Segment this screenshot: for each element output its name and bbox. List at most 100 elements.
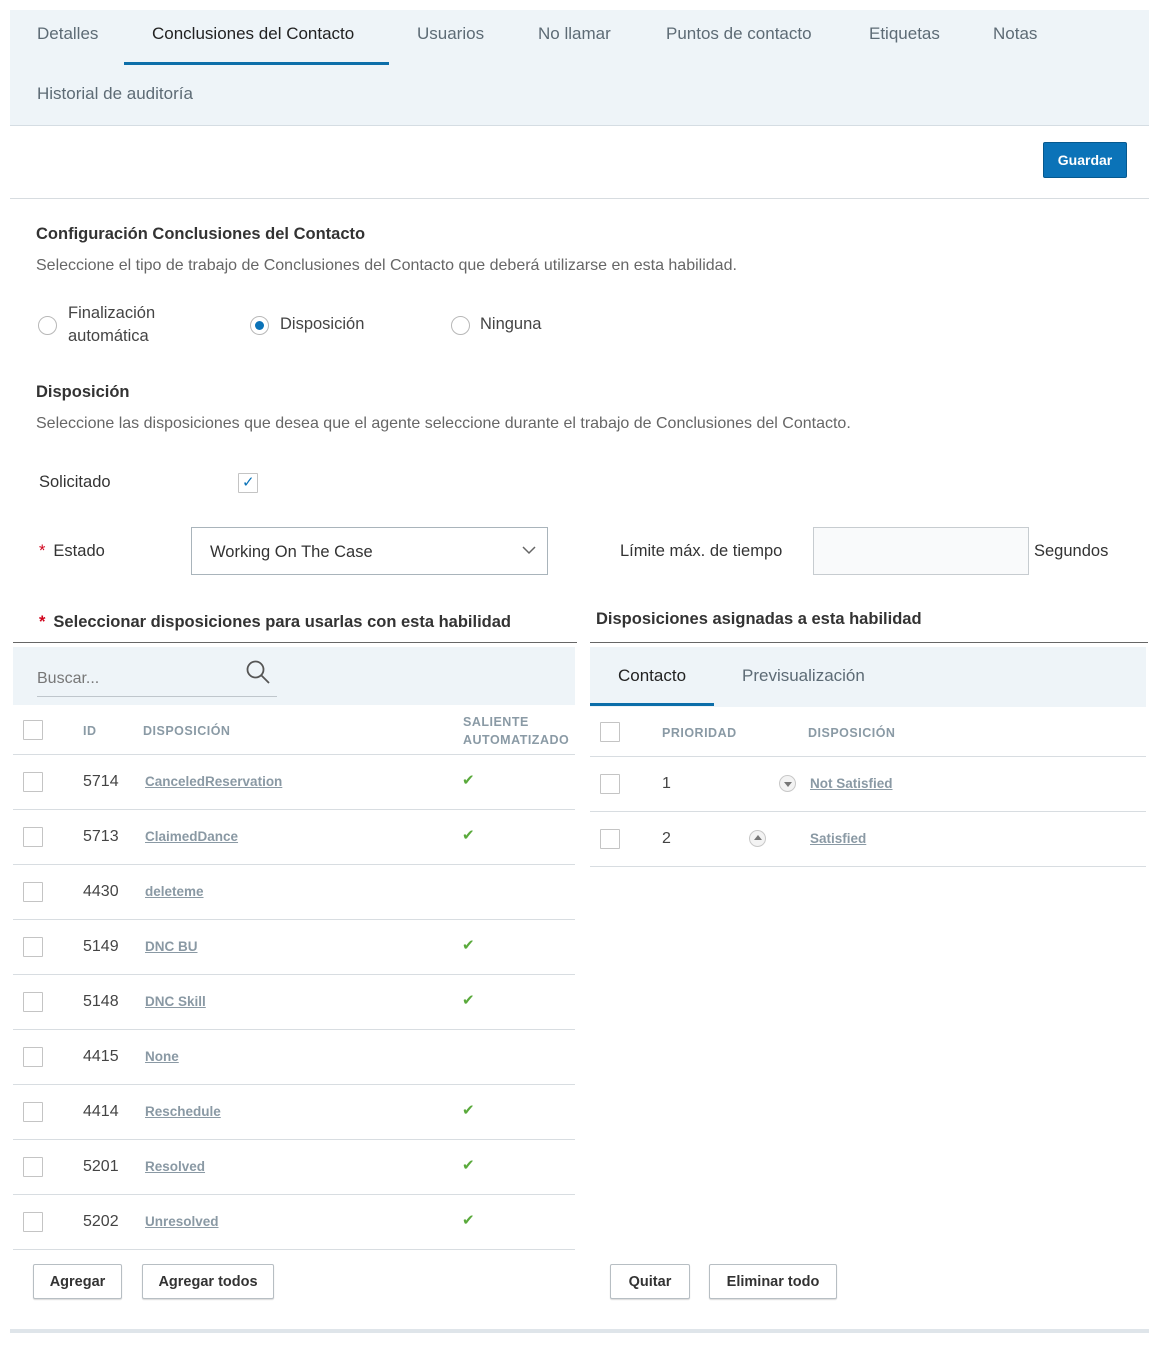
move-up-icon[interactable] — [749, 830, 766, 847]
checkmark-icon: ✔ — [462, 771, 475, 789]
tab-notas[interactable]: Notas — [993, 24, 1037, 44]
disposition-name-link[interactable]: CanceledReservation — [145, 774, 282, 789]
disposition-id: 5148 — [83, 993, 119, 1010]
tab-etiquetas[interactable]: Etiquetas — [869, 24, 940, 44]
column-header-id: ID — [83, 724, 97, 738]
time-limit-label: Límite máx. de tiempo — [620, 542, 783, 560]
row-divider — [13, 754, 575, 755]
disposition-id: 4430 — [83, 883, 119, 900]
column-header-outbound: SALIENTE AUTOMATIZADO — [463, 715, 570, 747]
disposition-section-title: Disposición — [36, 383, 130, 401]
radio-disposition[interactable] — [250, 316, 269, 335]
priority-value: 2 — [662, 830, 671, 847]
checkmark-icon: ✔ — [462, 1156, 475, 1174]
assigned-disposition-link[interactable]: Not Satisfied — [810, 776, 893, 791]
config-section-description: Seleccione el tipo de trabajo de Conclus… — [36, 257, 737, 274]
tab-contacto[interactable]: Contacto — [618, 666, 686, 686]
disposition-name-link[interactable]: ClaimedDance — [145, 829, 238, 844]
state-label: * Estado — [39, 542, 105, 560]
tab-detalles[interactable]: Detalles — [37, 24, 98, 44]
radio-none-label[interactable]: Ninguna — [480, 313, 541, 336]
add-all-button[interactable]: Agregar todos — [142, 1264, 274, 1299]
disposition-id: 5714 — [83, 773, 119, 790]
row-divider — [13, 809, 575, 810]
disposition-id: 5201 — [83, 1158, 119, 1175]
available-dispositions-title: * Seleccionar disposiciones para usarlas … — [39, 613, 512, 631]
row-divider — [590, 866, 1146, 867]
tab-puntos-de-contacto[interactable]: Puntos de contacto — [666, 24, 812, 44]
row-divider — [13, 1139, 575, 1140]
save-button[interactable]: Guardar — [1043, 142, 1127, 178]
move-down-icon[interactable] — [779, 775, 796, 792]
active-tab-indicator — [124, 62, 389, 65]
radio-disposition-label[interactable]: Disposición — [280, 313, 364, 336]
tab-conclusiones-del-contacto[interactable]: Conclusiones del Contacto — [152, 24, 354, 44]
radio-auto-finalization-label[interactable]: Finalización automática — [68, 302, 155, 348]
select-all-assigned-checkbox[interactable] — [600, 722, 620, 742]
panel-divider — [590, 642, 1148, 643]
tab-bar: Detalles Conclusiones del Contacto Usuar… — [10, 10, 1149, 126]
row-checkbox[interactable] — [23, 1157, 43, 1177]
row-divider — [13, 1084, 575, 1085]
row-divider — [13, 919, 575, 920]
radio-none[interactable] — [451, 316, 470, 335]
disposition-id: 5149 — [83, 938, 119, 955]
disposition-name-link[interactable]: DNC BU — [145, 939, 198, 954]
column-header-assigned-disposition: DISPOSICIÓN — [808, 726, 896, 740]
disposition-section-description: Seleccione las disposiciones que desea q… — [36, 415, 851, 432]
disposition-name-link[interactable]: Unresolved — [145, 1214, 219, 1229]
assigned-disposition-link[interactable]: Satisfied — [810, 831, 866, 846]
select-all-available-checkbox[interactable] — [23, 720, 43, 740]
row-checkbox[interactable] — [23, 1212, 43, 1232]
row-checkbox[interactable] — [23, 882, 43, 902]
row-checkbox[interactable] — [23, 992, 43, 1012]
config-section-title: Configuración Conclusiones del Contacto — [36, 225, 366, 243]
assigned-dispositions-title: Disposiciones asignadas a esta habilidad — [596, 610, 922, 628]
column-header-disposition: DISPOSICIÓN — [143, 724, 231, 738]
row-checkbox[interactable] — [23, 1047, 43, 1067]
requested-checkbox[interactable] — [238, 473, 258, 493]
search-icon[interactable] — [245, 659, 271, 685]
add-button[interactable]: Agregar — [33, 1264, 122, 1299]
tab-previsualizacion[interactable]: Previsualización — [742, 666, 865, 686]
disposition-id: 5713 — [83, 828, 119, 845]
row-divider — [590, 756, 1146, 757]
disposition-name-link[interactable]: DNC Skill — [145, 994, 206, 1009]
remove-button[interactable]: Quitar — [610, 1264, 690, 1299]
column-header-priority: PRIORIDAD — [662, 726, 737, 740]
row-checkbox[interactable] — [23, 827, 43, 847]
disposition-name-link[interactable]: Reschedule — [145, 1104, 221, 1119]
checkmark-icon: ✔ — [462, 826, 475, 844]
required-asterisk: * — [39, 613, 46, 631]
row-divider — [13, 1029, 575, 1030]
remove-all-button[interactable]: Eliminar todo — [709, 1264, 837, 1299]
tab-usuarios[interactable]: Usuarios — [417, 24, 484, 44]
tab-historial-de-auditoria[interactable]: Historial de auditoría — [37, 84, 193, 104]
radio-auto-finalization[interactable] — [38, 316, 57, 335]
row-checkbox[interactable] — [23, 1102, 43, 1122]
row-checkbox[interactable] — [23, 772, 43, 792]
disposition-name-link[interactable]: deleteme — [145, 884, 204, 899]
row-divider — [13, 1194, 575, 1195]
disposition-id: 4414 — [83, 1103, 119, 1120]
state-select[interactable]: Working On The Case — [191, 527, 548, 575]
checkmark-icon: ✔ — [462, 1211, 475, 1229]
time-limit-input[interactable] — [813, 527, 1029, 575]
disposition-name-link[interactable]: None — [145, 1049, 179, 1064]
bottom-bar — [10, 1329, 1149, 1333]
search-area — [13, 647, 575, 705]
panel-divider — [13, 642, 577, 643]
disposition-id: 4415 — [83, 1048, 119, 1065]
checkmark-icon: ✔ — [462, 936, 475, 954]
row-checkbox[interactable] — [23, 937, 43, 957]
requested-label: Solicitado — [39, 473, 111, 491]
disposition-name-link[interactable]: Resolved — [145, 1159, 205, 1174]
row-divider — [13, 1249, 575, 1250]
priority-value: 1 — [662, 775, 671, 792]
tab-no-llamar[interactable]: No llamar — [538, 24, 611, 44]
row-checkbox[interactable] — [600, 829, 620, 849]
row-checkbox[interactable] — [600, 774, 620, 794]
state-select-value: Working On The Case — [210, 543, 373, 561]
checkmark-icon: ✔ — [462, 991, 475, 1009]
search-input[interactable] — [37, 661, 277, 697]
